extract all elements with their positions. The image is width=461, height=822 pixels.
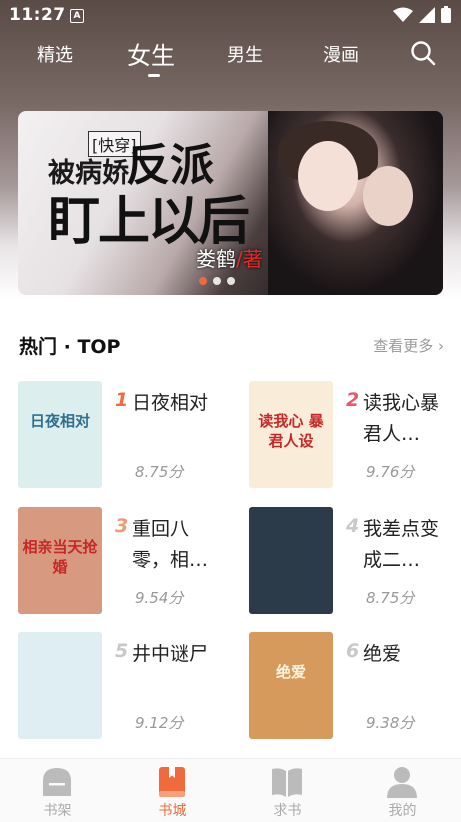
book-cover[interactable]: [249, 507, 333, 614]
book-score: 8.75分: [366, 589, 415, 607]
nav-bookshelf[interactable]: 书架: [0, 759, 115, 822]
book-score: 9.54分: [135, 589, 184, 607]
book-title: 井中谜尸: [132, 643, 209, 665]
book-title: 绝爱: [363, 643, 402, 665]
wifi-icon: [393, 7, 413, 22]
book-rank: 1: [115, 389, 129, 411]
book-rank: 2: [346, 389, 360, 411]
nav-profile[interactable]: 我的: [345, 759, 460, 822]
book-rank: 5: [115, 640, 129, 662]
cover-title: 绝爱: [275, 663, 306, 681]
search-button[interactable]: [410, 40, 436, 66]
tab-female[interactable]: 女生: [127, 36, 175, 71]
book-cover[interactable]: 相亲当天抢婚: [18, 507, 102, 614]
promo-banner[interactable]: [快穿] 被病娇 反派 盯上以后 娄鹤/著: [18, 111, 443, 295]
user-icon: [387, 767, 417, 798]
book-cover[interactable]: 日夜相对: [18, 381, 102, 488]
book-score: 9.76分: [366, 463, 415, 481]
tab-featured[interactable]: 精选: [37, 41, 73, 67]
book-card[interactable]: 绝爱 6 绝爱 9.38分: [249, 632, 461, 740]
open-book-icon: [272, 768, 302, 797]
book-score: 8.75分: [135, 463, 184, 481]
book-rank: 6: [346, 640, 360, 662]
banner-figure-face: [363, 166, 413, 226]
banner-illustration: [268, 111, 443, 295]
status-icons: [393, 6, 451, 23]
nav-request-book[interactable]: 求书: [230, 759, 345, 822]
book-cover[interactable]: 读我心 暴君人设: [249, 381, 333, 488]
tab-comics[interactable]: 漫画: [323, 41, 359, 67]
nav-label: 书城: [158, 803, 187, 819]
cover-title: 相亲当天抢婚: [22, 538, 98, 576]
cover-title: 日夜相对: [29, 412, 90, 430]
banner-figure-face: [298, 141, 358, 211]
category-tabs: 精选 女生 男生 漫画: [0, 35, 461, 85]
book-card[interactable]: 相亲当天抢婚 3 重回八零，相… 9.54分: [18, 507, 238, 615]
book-card[interactable]: 日夜相对 1 日夜相对 8.75分: [18, 381, 238, 489]
nav-label: 书架: [43, 803, 72, 819]
book-card[interactable]: 读我心 暴君人设 2 读我心暴君人… 9.76分: [249, 381, 461, 489]
book-score: 9.38分: [366, 714, 415, 732]
banner-dot[interactable]: [213, 277, 221, 285]
book-cover[interactable]: [18, 632, 102, 739]
active-tab-indicator: [148, 74, 160, 77]
search-icon: [411, 41, 436, 66]
nav-label: 求书: [273, 803, 302, 819]
book-title: 日夜相对: [132, 392, 209, 414]
nav-bookstore[interactable]: 书城: [115, 759, 230, 822]
status-bar: 11:27 A: [0, 0, 461, 32]
bottom-nav: 书架 书城 求书 我的: [0, 758, 461, 822]
section-title: 热门 · TOP: [19, 336, 121, 358]
book-rank: 4: [346, 515, 360, 537]
book-score: 9.12分: [135, 714, 184, 732]
bookshelf-icon: [43, 768, 71, 796]
notification-icon: A: [70, 9, 84, 23]
bookstore-icon: [159, 767, 185, 797]
banner-dot[interactable]: [199, 277, 207, 285]
banner-pagination: [199, 277, 235, 285]
nav-label: 我的: [388, 803, 417, 819]
banner-author-suffix: /著: [236, 247, 263, 271]
banner-author-name: 娄鹤: [196, 247, 236, 271]
status-time: 11:27: [9, 5, 66, 25]
book-title: 重回八零，相…: [132, 518, 209, 571]
book-card[interactable]: 5 井中谜尸 9.12分: [18, 632, 238, 740]
signal-icon: [419, 6, 435, 23]
banner-author: 娄鹤/著: [196, 243, 263, 272]
book-title: 我差点变成二…: [363, 518, 440, 571]
hot-section-header: 热门 · TOP 查看更多 ›: [19, 330, 444, 360]
book-card[interactable]: 4 我差点变成二… 8.75分: [249, 507, 461, 615]
book-title: 读我心暴君人…: [363, 392, 440, 445]
see-more-link[interactable]: 查看更多 ›: [373, 335, 444, 356]
book-rank: 3: [115, 515, 129, 537]
book-cover[interactable]: 绝爱: [249, 632, 333, 739]
tab-male[interactable]: 男生: [227, 41, 263, 67]
cover-title: 读我心 暴君人设: [258, 412, 324, 450]
banner-dot[interactable]: [227, 277, 235, 285]
battery-icon: [441, 6, 451, 23]
